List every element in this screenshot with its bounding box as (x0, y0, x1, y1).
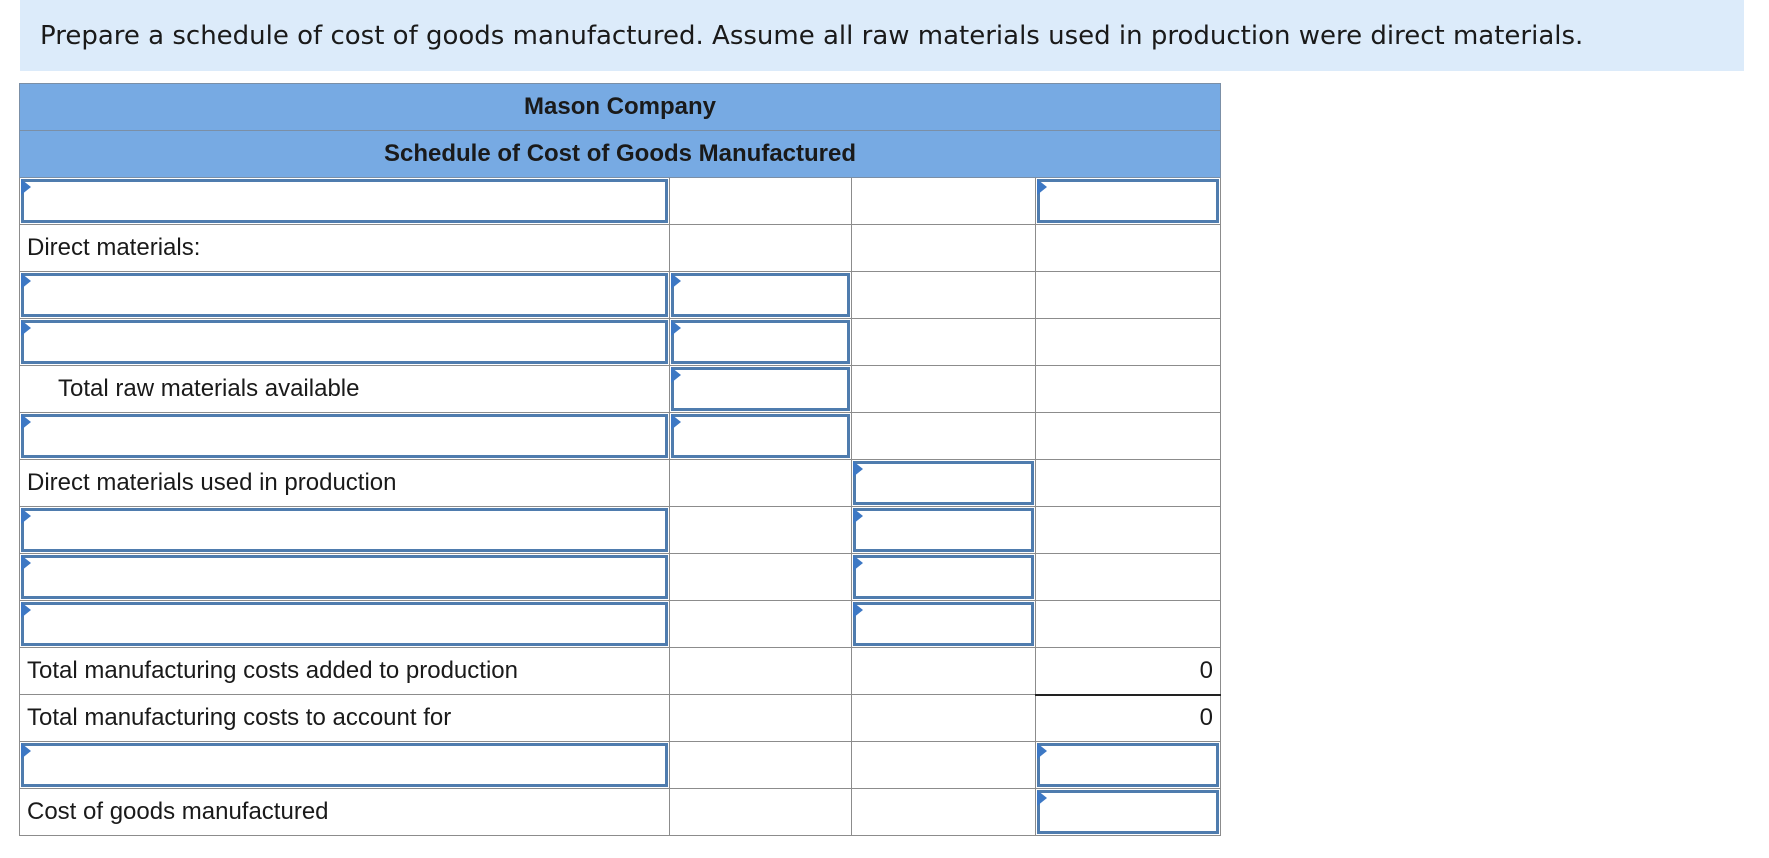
label-dropdown[interactable] (21, 320, 668, 364)
table-row: Total manufacturing costs added to produ… (19, 647, 1222, 695)
table-row (19, 318, 1222, 366)
label-input[interactable] (24, 323, 665, 361)
label-input[interactable] (24, 276, 665, 314)
table-row: Direct materials: (19, 224, 1222, 272)
instructions-text: Prepare a schedule of cost of goods manu… (40, 20, 1584, 51)
amount-field[interactable] (671, 414, 850, 458)
amount-input[interactable] (856, 605, 1031, 643)
cogm-schedule-table: Mason Company Schedule of Cost of Goods … (18, 83, 1222, 836)
amount-field[interactable] (671, 320, 850, 364)
label-dropdown[interactable] (21, 179, 668, 223)
table-row (19, 553, 1222, 601)
total-mfg-costs-account-label: Total manufacturing costs to account for (19, 694, 670, 742)
amount-field[interactable] (1037, 179, 1220, 223)
row-label-cell (19, 177, 670, 225)
label-input[interactable] (24, 417, 665, 455)
label-dropdown[interactable] (21, 508, 668, 552)
amount-input[interactable] (856, 511, 1031, 549)
amount-input[interactable] (674, 323, 847, 361)
amount-field[interactable] (1037, 743, 1220, 787)
amount-input[interactable] (856, 464, 1031, 502)
label-dropdown[interactable] (21, 602, 668, 646)
cogm-amount-field[interactable] (1037, 790, 1220, 834)
table-row: Cost of goods manufactured (19, 788, 1222, 836)
label-dropdown[interactable] (21, 555, 668, 599)
amount-field[interactable] (853, 602, 1034, 646)
total-raw-materials-label: Total raw materials available (19, 365, 670, 413)
label-dropdown[interactable] (21, 273, 668, 317)
table-row: Total manufacturing costs to account for… (19, 693, 1222, 742)
table-row (19, 177, 1222, 225)
amount-field[interactable] (671, 273, 850, 317)
direct-materials-label: Direct materials: (19, 224, 670, 272)
total-mfg-costs-added-value: 0 (1034, 647, 1222, 695)
label-input[interactable] (24, 558, 665, 596)
table-row (19, 600, 1222, 648)
amount-input[interactable] (674, 370, 847, 408)
table-row (19, 271, 1222, 319)
schedule-title: Schedule of Cost of Goods Manufactured (18, 130, 1222, 178)
amount-input[interactable] (1040, 793, 1217, 831)
amount-field[interactable] (853, 508, 1034, 552)
table-row (19, 506, 1222, 554)
label-input[interactable] (24, 182, 665, 220)
label-dropdown[interactable] (21, 414, 668, 458)
company-header-row: Mason Company (18, 83, 1222, 131)
amount-field[interactable] (671, 367, 850, 411)
instructions-banner: Prepare a schedule of cost of goods manu… (20, 0, 1744, 71)
label-dropdown[interactable] (21, 743, 668, 787)
amount-input[interactable] (1040, 746, 1217, 784)
amount-input[interactable] (674, 276, 847, 314)
direct-materials-used-label: Direct materials used in production (19, 459, 670, 507)
total-mfg-costs-added-label: Total manufacturing costs added to produ… (19, 647, 670, 695)
table-row: Direct materials used in production (19, 459, 1222, 507)
title-header-row: Schedule of Cost of Goods Manufactured (18, 130, 1222, 178)
amount-input[interactable] (856, 558, 1031, 596)
amount-input[interactable] (674, 417, 847, 455)
amount-input[interactable] (1040, 182, 1217, 220)
label-input[interactable] (24, 746, 665, 784)
label-input[interactable] (24, 605, 665, 643)
company-name: Mason Company (18, 83, 1222, 131)
table-row (19, 741, 1222, 789)
total-mfg-costs-account-value: 0 (1034, 693, 1222, 742)
cogm-label: Cost of goods manufactured (19, 788, 670, 836)
table-row (19, 412, 1222, 460)
amount-field[interactable] (853, 555, 1034, 599)
label-input[interactable] (24, 511, 665, 549)
table-row: Total raw materials available (19, 365, 1222, 413)
amount-field[interactable] (853, 461, 1034, 505)
